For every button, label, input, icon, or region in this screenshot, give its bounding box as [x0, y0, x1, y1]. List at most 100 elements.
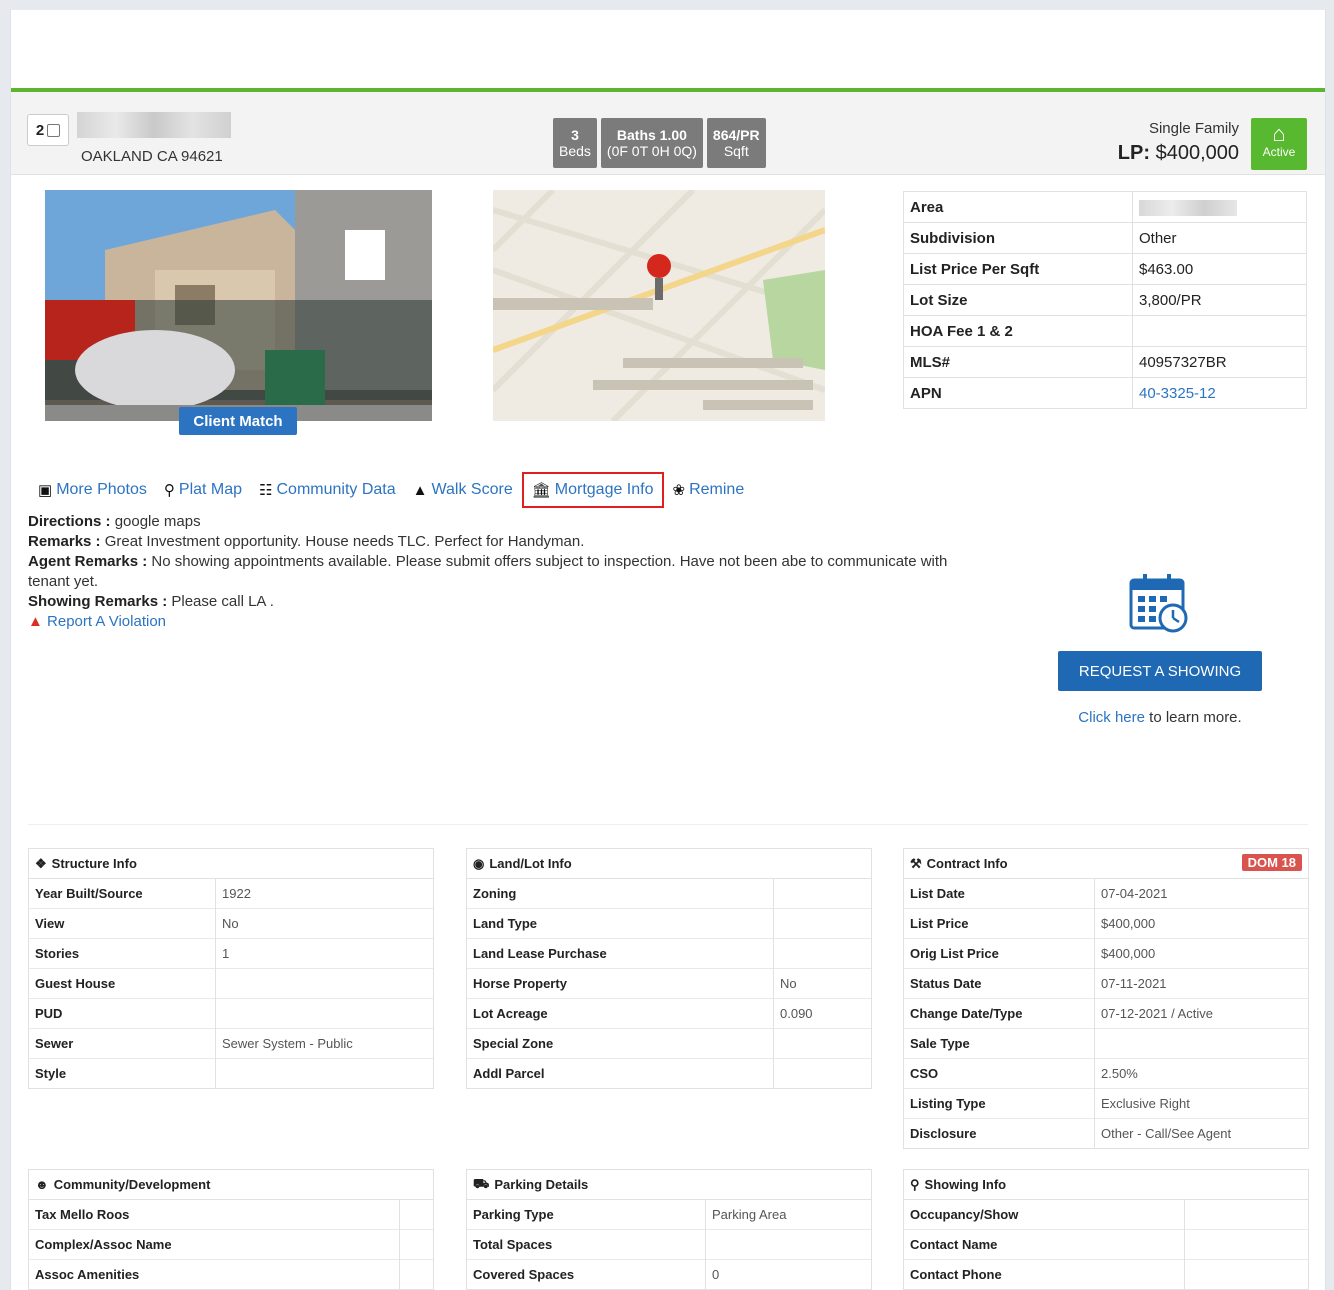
gavel-icon: ⚒: [910, 855, 922, 871]
property-type: Single Family: [1148, 120, 1239, 137]
row-key: Lot Acreage: [467, 998, 774, 1029]
row-value: [399, 1259, 433, 1289]
parking-details-panel: ⛟ Parking Details Parking Type Parking Are…: [466, 1169, 872, 1290]
summary-row: List Price Per Sqft $463.00: [903, 253, 1307, 285]
redacted-area: [1139, 199, 1237, 216]
listing-photo[interactable]: [45, 190, 432, 421]
directions-text: google maps: [114, 513, 201, 530]
row-key: Guest House: [29, 968, 216, 999]
land-lot-info-panel: ◉ Land/Lot Info Zoning Land Type Land Lea…: [466, 848, 872, 1089]
table-row: Disclosure Other - Call/See Agent: [904, 1118, 1308, 1148]
row-key: View: [29, 908, 216, 939]
row-value: [773, 908, 871, 939]
showing-table: Occupancy/Show Contact Name Contact Phon…: [904, 1200, 1308, 1289]
summary-row: Area: [903, 191, 1307, 223]
summary-key: MLS#: [903, 346, 1133, 378]
lp-label: LP:: [1117, 142, 1151, 164]
panel-header: ⚲ Showing Info: [904, 1170, 1308, 1200]
remine-link[interactable]: ❀ Remine: [673, 474, 745, 506]
report-violation-link[interactable]: ▲ Report A Violation: [28, 612, 988, 632]
checkbox-icon[interactable]: [47, 123, 61, 137]
sqft-value: 864/PR: [712, 127, 760, 143]
baths-chip: Baths 1.00 (0F 0T 0H 0Q): [600, 118, 703, 168]
location-map[interactable]: [493, 190, 825, 421]
table-row: Horse Property No: [467, 968, 871, 999]
remarks-text: Great Investment opportunity. House need…: [104, 533, 585, 550]
listing-links: ▣ More Photos ⚲ Plat Map ☷ Community Data ▲…: [38, 472, 761, 508]
panel-header: ⛟ Parking Details: [467, 1170, 871, 1200]
table-row: Change Date/Type 07-12-2021 / Active: [904, 998, 1308, 1029]
table-row: Guest House: [29, 968, 433, 999]
summary-value: $463.00: [1132, 253, 1307, 285]
plat-map-link[interactable]: ⚲ Plat Map: [164, 474, 242, 506]
table-row: Contact Name: [904, 1229, 1308, 1260]
row-key: Disclosure: [904, 1118, 1095, 1148]
panel-title: Community/Development: [53, 1177, 211, 1192]
mortgage-info-link[interactable]: 🏛 Mortgage Info: [521, 472, 664, 508]
summary-table: Area Subdivision Other List Price Per Sqf…: [903, 191, 1307, 409]
row-value: [1185, 1200, 1309, 1230]
apn-link[interactable]: 40-3325-12: [1132, 377, 1307, 409]
walk-score-link[interactable]: ▲ Walk Score: [413, 474, 513, 506]
request-showing-button[interactable]: REQUEST A SHOWING: [1058, 651, 1262, 691]
baths-detail: (0F 0T 0H 0Q): [606, 143, 697, 159]
community-data-link[interactable]: ☷ Community Data: [259, 474, 396, 506]
remine-label: Remine: [689, 481, 745, 498]
row-key: Orig List Price: [904, 938, 1095, 969]
panel-title: Showing Info: [924, 1177, 1007, 1192]
beds-count: 3: [571, 127, 579, 143]
row-value: 0.090: [773, 998, 871, 1029]
row-value: [400, 1200, 434, 1230]
table-row: Assoc Amenities: [29, 1259, 433, 1289]
row-key: Contact Name: [904, 1229, 1185, 1260]
table-row: Orig List Price $400,000: [904, 938, 1308, 969]
beds-chip: 3 Beds: [553, 118, 597, 168]
community-table: Tax Mello Roos Complex/Assoc Name Assoc …: [29, 1200, 433, 1289]
row-key: Status Date: [904, 968, 1095, 999]
row-value: [1184, 1229, 1308, 1260]
row-value: Sewer System - Public: [215, 1028, 433, 1059]
table-row: Covered Spaces 0: [467, 1259, 871, 1289]
showing-info-panel: ⚲ Showing Info Occupancy/Show Contact Nam…: [903, 1169, 1309, 1290]
row-key: Contact Phone: [904, 1259, 1185, 1289]
client-match-button[interactable]: Client Match: [179, 407, 297, 435]
summary-row: Subdivision Other: [903, 222, 1307, 254]
select-checkbox[interactable]: 2: [27, 114, 69, 146]
table-row: List Date 07-04-2021: [904, 879, 1308, 909]
row-key: Addl Parcel: [467, 1058, 774, 1088]
learn-more-line: Click here to learn more.: [1051, 709, 1269, 726]
row-value: [1094, 1028, 1308, 1059]
click-here-link[interactable]: Click here: [1078, 709, 1145, 726]
report-violation-label: Report A Violation: [47, 613, 167, 630]
table-row: Sale Type: [904, 1028, 1308, 1059]
remine-icon: ❀: [672, 482, 686, 499]
table-row: Occupancy/Show: [904, 1200, 1308, 1230]
row-value: No: [773, 968, 871, 999]
row-key: PUD: [29, 998, 216, 1029]
listing-header: 2 OAKLAND CA 94621 3 Beds Baths 1.00 (0F…: [11, 92, 1325, 175]
redacted-address: [77, 112, 231, 138]
panel-header: ❖ Structure Info: [29, 849, 433, 879]
directions-label: Directions :: [28, 513, 111, 530]
agent-remarks-label: Agent Remarks :: [28, 553, 148, 570]
row-value: [1184, 1259, 1308, 1289]
row-key: Covered Spaces: [467, 1259, 706, 1289]
agent-remarks-text: No showing appointments available. Pleas…: [28, 553, 948, 590]
summary-key: APN: [903, 377, 1133, 409]
panel-title: Land/Lot Info: [489, 856, 572, 871]
community-development-panel: ☻ Community/Development Tax Mello Roos Co…: [28, 1169, 434, 1290]
summary-row: APN 40-3325-12: [903, 377, 1307, 409]
showing-remarks-text: Please call LA .: [171, 593, 274, 610]
plat-map-label: Plat Map: [178, 481, 243, 498]
row-value: [773, 938, 871, 969]
more-photos-link[interactable]: ▣ More Photos: [38, 474, 147, 506]
row-key: Assoc Amenities: [29, 1259, 400, 1289]
table-row: Land Type: [467, 908, 871, 939]
row-key: Sewer: [29, 1028, 216, 1059]
calendar-icon: [1129, 574, 1188, 633]
row-key: Land Type: [467, 908, 774, 939]
summary-value: 3,800/PR: [1132, 284, 1307, 316]
summary-row: HOA Fee 1 & 2: [903, 315, 1307, 347]
panel-header: ⚒ Contract Info DOM 18: [904, 849, 1308, 879]
sqft-label: Sqft: [723, 143, 749, 159]
